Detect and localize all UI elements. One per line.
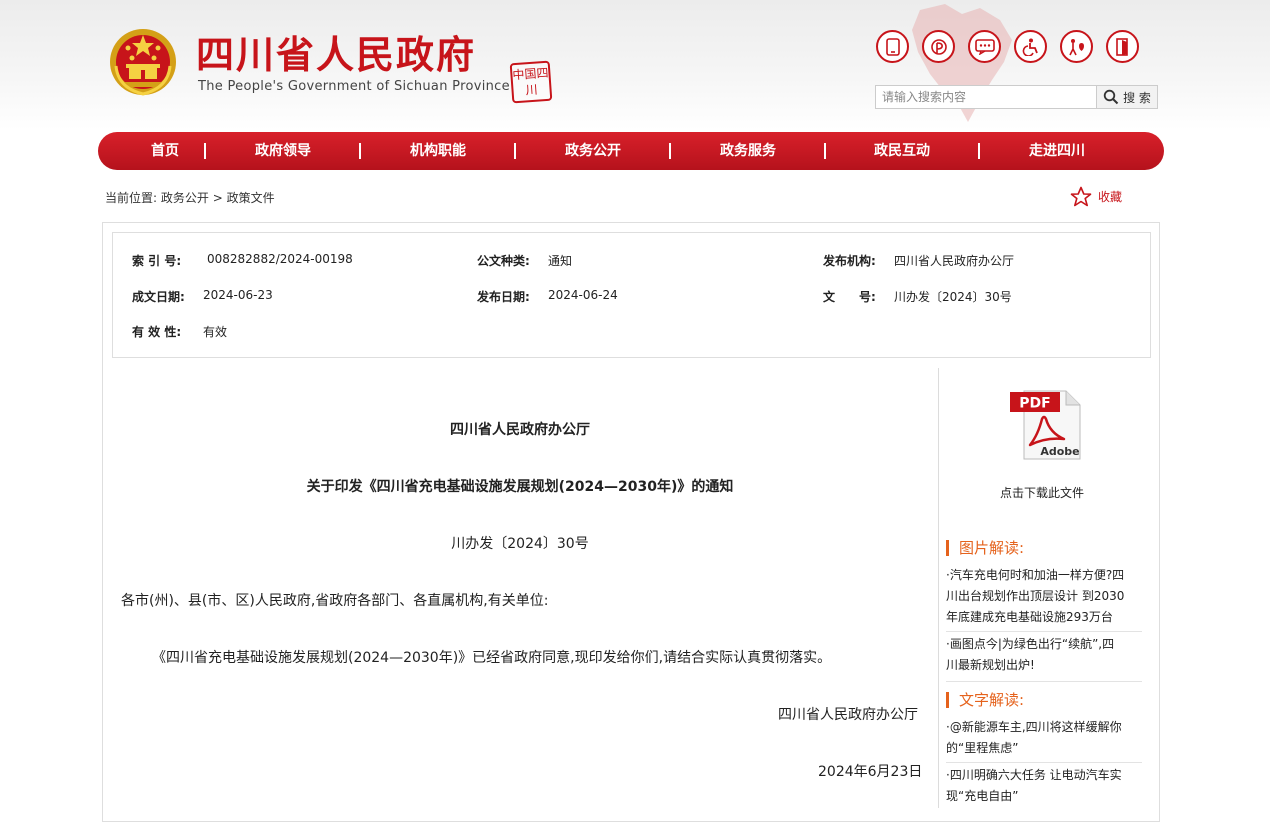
search-button[interactable]: 搜 索 <box>1097 85 1158 109</box>
publish-date-value: 2024-06-24 <box>548 288 618 302</box>
nav-item-government-services[interactable]: 政务服务 <box>720 132 776 170</box>
nav-separator <box>359 143 361 159</box>
pdf-download-icon[interactable]: PDF Adobe <box>1008 389 1082 461</box>
header-tool-icons <box>876 30 1139 63</box>
nav-item-home[interactable]: 首页 <box>151 132 179 170</box>
picture-interpretation-title: 图片解读: <box>946 540 1024 556</box>
publisher-value: 四川省人民政府办公厅 <box>894 254 1015 268</box>
document-meta-box: 索 引 号: 008282882/2024-00198 公文种类: 通知 发布机… <box>112 232 1151 358</box>
article-separator <box>946 631 1142 632</box>
download-file-link[interactable]: 点击下载此文件 <box>1000 484 1084 501</box>
article-line: 川最新规划出炉! <box>946 658 1035 672</box>
breadcrumb-separator: > <box>212 191 223 205</box>
article-separator <box>946 681 1142 682</box>
nav-item-government-affairs-disclosure[interactable]: 政务公开 <box>565 132 621 170</box>
index-number-label: 索 引 号: <box>132 254 182 268</box>
search-button-label: 搜 索 <box>1123 90 1151 105</box>
nav-separator <box>669 143 671 159</box>
favorite-label: 收藏 <box>1098 190 1123 204</box>
adobe-label: Adobe <box>1040 445 1079 458</box>
search-input[interactable] <box>875 85 1097 109</box>
article-line: 的“里程焦虑” <box>946 741 1019 755</box>
pdf-label: PDF <box>1019 396 1050 412</box>
national-emblem-icon <box>110 29 176 96</box>
document-date: 2024年6月23日 <box>818 764 923 780</box>
accessibility-icon[interactable] <box>1014 30 1047 63</box>
message-icon[interactable] <box>968 30 1001 63</box>
written-date-value: 2024-06-23 <box>203 288 273 302</box>
document-recipients: 各市(州)、县(市、区)人民政府,省政府各部门、各直属机构,有关单位: <box>121 593 549 609</box>
article-line: 现“充电自由” <box>946 789 1019 803</box>
breadcrumb-prefix: 当前位置: <box>105 191 158 205</box>
validity-label: 有 效 性: <box>132 325 182 339</box>
article-line: ·@新能源车主,四川将这样缓解你 <box>946 720 1122 734</box>
document-signature: 四川省人民政府办公厅 <box>778 707 918 723</box>
article-line: ·画图点今|为绿色出行“续航”,四 <box>946 637 1115 651</box>
nav-item-about-sichuan[interactable]: 走进四川 <box>1029 132 1085 170</box>
nav-item-public-interaction[interactable]: 政民互动 <box>874 132 930 170</box>
nav-item-government-leaders[interactable]: 政府领导 <box>255 132 311 170</box>
star-icon <box>1070 186 1092 207</box>
site-header <box>0 0 1270 130</box>
search-icon <box>1103 89 1119 105</box>
nav-separator <box>978 143 980 159</box>
text-article-link[interactable]: ·@新能源车主,四川将这样缓解你 的“里程焦虑” <box>946 717 1142 759</box>
document-number: 川办发〔2024〕30号 <box>451 536 589 552</box>
nav-separator <box>824 143 826 159</box>
nav-item-institutions[interactable]: 机构职能 <box>410 132 466 170</box>
doc-number-value: 川办发〔2024〕30号 <box>894 290 1012 304</box>
picture-article-link[interactable]: ·汽车充电何时和加油一样方便?四 川出台规划作出顶层设计 到2030 年底建成充… <box>946 565 1142 628</box>
content-sidebar-divider <box>938 368 939 808</box>
article-line: 川出台规划作出顶层设计 到2030 <box>946 589 1125 603</box>
site-title: 四川省人民政府 <box>196 33 477 77</box>
exit-icon[interactable] <box>1106 30 1139 63</box>
validity-value: 有效 <box>203 325 228 339</box>
breadcrumb: 当前位置: 政务公开 > 政策文件 <box>105 189 275 206</box>
favorite-button[interactable]: 收藏 <box>1070 186 1122 207</box>
main-navbar: 首页 政府领导 机构职能 政务公开 政务服务 政民互动 走进四川 <box>98 132 1164 170</box>
mobile-icon[interactable] <box>876 30 909 63</box>
breadcrumb-link-disclosure[interactable]: 政务公开 <box>161 191 209 205</box>
document-issuer: 四川省人民政府办公厅 <box>450 422 590 438</box>
breadcrumb-link-policy-documents[interactable]: 政策文件 <box>227 191 275 205</box>
elderly-care-icon[interactable] <box>1060 30 1093 63</box>
article-separator <box>946 762 1142 763</box>
article-line: ·汽车充电何时和加油一样方便?四 <box>946 568 1125 582</box>
china-sichuan-seal: 中国四川 <box>509 60 553 104</box>
article-line: 年底建成充电基础设施293万台 <box>946 610 1113 624</box>
doc-number-label: 文 号: <box>823 290 876 304</box>
nav-separator <box>204 143 206 159</box>
publisher-label: 发布机构: <box>823 254 876 268</box>
document-body: 《四川省充电基础设施发展规划(2024—2030年)》已经省政府同意,现印发给你… <box>152 650 832 666</box>
index-number-value: 008282882/2024-00198 <box>207 252 353 266</box>
document-title: 关于印发《四川省充电基础设施发展规划(2024—2030年)》的通知 <box>306 479 734 495</box>
doc-type-label: 公文种类: <box>477 254 530 268</box>
publish-date-label: 发布日期: <box>477 290 530 304</box>
article-line: ·四川明确六大任务 让电动汽车实 <box>946 768 1122 782</box>
weibo-icon[interactable] <box>922 30 955 63</box>
picture-article-link[interactable]: ·画图点今|为绿色出行“续航”,四 川最新规划出炉! <box>946 634 1142 676</box>
written-date-label: 成文日期: <box>132 290 185 304</box>
text-article-link[interactable]: ·四川明确六大任务 让电动汽车实 现“充电自由” <box>946 765 1142 807</box>
nav-separator <box>514 143 516 159</box>
text-interpretation-title: 文字解读: <box>946 692 1024 708</box>
site-subtitle: The People's Government of Sichuan Provi… <box>198 79 510 94</box>
doc-type-value: 通知 <box>548 254 573 268</box>
